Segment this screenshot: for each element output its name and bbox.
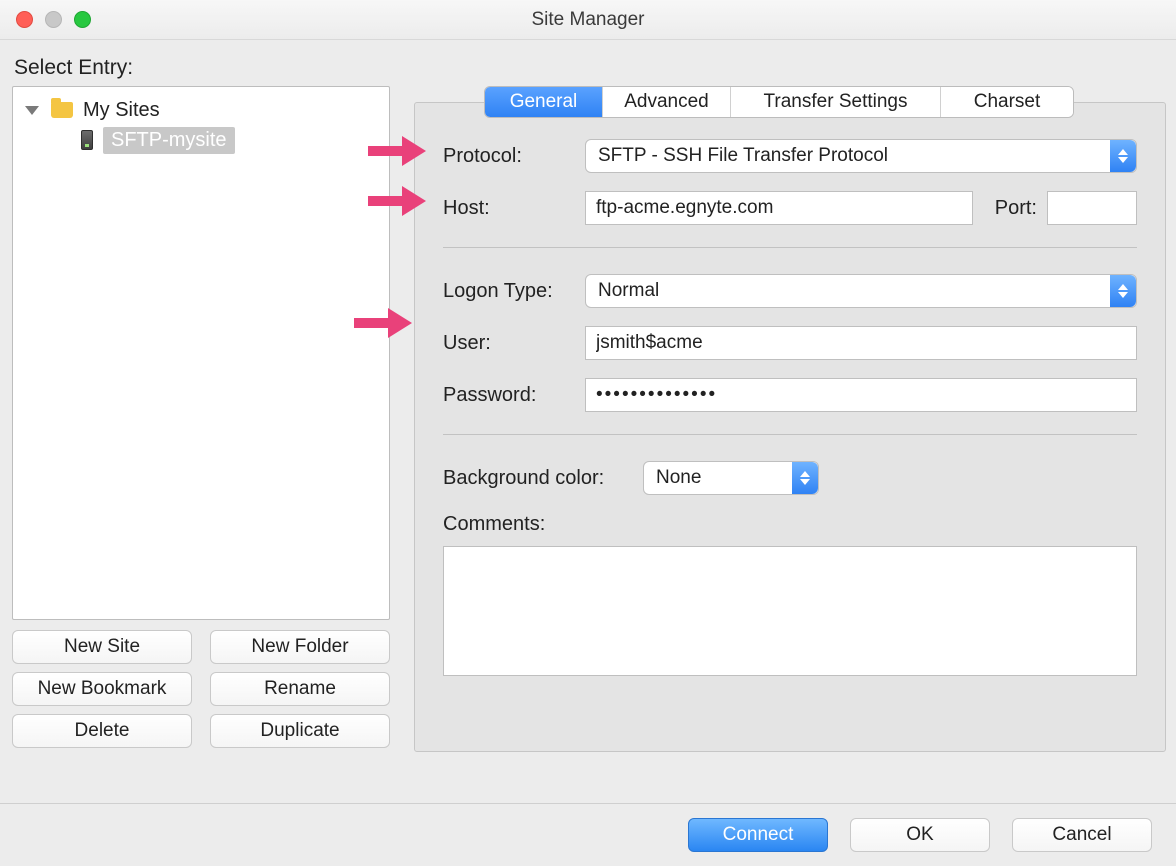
bg-color-label: Background color:: [443, 467, 643, 490]
port-label: Port:: [973, 197, 1047, 220]
minimize-window-button[interactable]: [45, 11, 62, 28]
new-folder-button[interactable]: New Folder: [210, 630, 390, 664]
general-panel: Protocol: SFTP - SSH File Transfer Proto…: [414, 102, 1166, 752]
tab-advanced[interactable]: Advanced: [603, 87, 731, 117]
cancel-button[interactable]: Cancel: [1012, 818, 1152, 852]
port-input[interactable]: [1047, 191, 1137, 225]
bg-color-value: None: [656, 467, 701, 489]
user-label: User:: [443, 332, 585, 355]
rename-button[interactable]: Rename: [210, 672, 390, 706]
tab-general[interactable]: General: [485, 87, 603, 117]
user-input[interactable]: [585, 326, 1137, 360]
connect-button[interactable]: Connect: [688, 818, 828, 852]
tree-root-label: My Sites: [83, 99, 160, 122]
dialog-footer: Connect OK Cancel: [0, 803, 1176, 866]
left-panel: My Sites SFTP-mysite New Site New Folder…: [12, 86, 390, 748]
window-title: Site Manager: [0, 0, 1176, 40]
title-bar: Site Manager: [0, 0, 1176, 40]
select-arrows-icon: [1110, 275, 1136, 307]
bg-color-select[interactable]: None: [643, 461, 819, 495]
ok-button[interactable]: OK: [850, 818, 990, 852]
comments-textarea[interactable]: [443, 546, 1137, 676]
logon-type-value: Normal: [598, 280, 659, 302]
separator: [443, 434, 1137, 435]
server-icon: [81, 130, 93, 150]
tree-root-my-sites[interactable]: My Sites: [19, 95, 383, 125]
tab-charset[interactable]: Charset: [941, 87, 1073, 117]
duplicate-button[interactable]: Duplicate: [210, 714, 390, 748]
protocol-value: SFTP - SSH File Transfer Protocol: [598, 145, 888, 167]
host-label: Host:: [443, 197, 585, 220]
close-window-button[interactable]: [16, 11, 33, 28]
right-panel: General Advanced Transfer Settings Chars…: [414, 86, 1166, 752]
tree-item-label: SFTP-mysite: [103, 127, 235, 154]
logon-type-label: Logon Type:: [443, 280, 585, 303]
logon-type-select[interactable]: Normal: [585, 274, 1137, 308]
select-entry-label: Select Entry:: [14, 56, 1166, 80]
folder-icon: [51, 102, 73, 118]
protocol-label: Protocol:: [443, 145, 585, 168]
new-bookmark-button[interactable]: New Bookmark: [12, 672, 192, 706]
protocol-select[interactable]: SFTP - SSH File Transfer Protocol: [585, 139, 1137, 173]
separator: [443, 247, 1137, 248]
tree-item-sftp-mysite[interactable]: SFTP-mysite: [19, 125, 383, 155]
password-label: Password:: [443, 384, 585, 407]
chevron-down-icon[interactable]: [25, 106, 39, 115]
new-site-button[interactable]: New Site: [12, 630, 192, 664]
site-tree[interactable]: My Sites SFTP-mysite: [12, 86, 390, 620]
host-input[interactable]: [585, 191, 973, 225]
select-arrows-icon: [1110, 140, 1136, 172]
delete-button[interactable]: Delete: [12, 714, 192, 748]
tab-transfer[interactable]: Transfer Settings: [731, 87, 941, 117]
select-arrows-icon: [792, 462, 818, 494]
window-controls: [16, 11, 91, 28]
comments-label: Comments:: [443, 513, 1137, 536]
password-input[interactable]: [585, 378, 1137, 412]
zoom-window-button[interactable]: [74, 11, 91, 28]
settings-tabs: General Advanced Transfer Settings Chars…: [484, 86, 1074, 118]
